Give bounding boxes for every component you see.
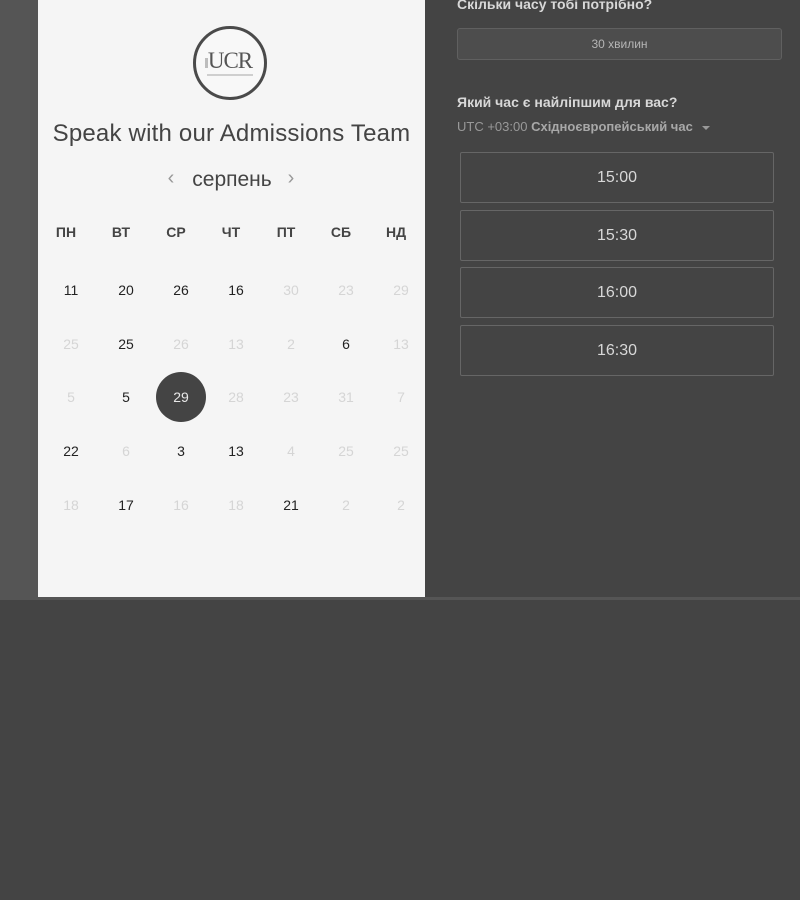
calendar-day-disabled: 18 xyxy=(63,497,79,513)
page-title: Speak with our Admissions Team xyxy=(52,120,411,147)
chevron-left-icon[interactable]: ‹ xyxy=(162,168,180,188)
weekday-sunday: НД xyxy=(385,224,407,240)
left-background-strip xyxy=(0,0,38,597)
logo-underline xyxy=(207,74,253,76)
calendar-day-disabled: 7 xyxy=(397,389,405,405)
calendar-day-disabled: 23 xyxy=(338,282,354,298)
panel-separator xyxy=(0,597,800,600)
calendar-day-disabled: 28 xyxy=(228,389,244,405)
time-slot-button[interactable]: 15:30 xyxy=(460,210,774,261)
calendar-day-disabled: 25 xyxy=(338,443,354,459)
caret-down-icon xyxy=(702,125,711,130)
calendar-day-disabled: 2 xyxy=(287,336,295,352)
calendar-day[interactable]: 17 xyxy=(101,480,151,530)
calendar-day-disabled: 6 xyxy=(122,443,130,459)
calendar-day[interactable]: 5 xyxy=(101,372,151,422)
calendar-day-disabled: 23 xyxy=(283,389,299,405)
calendar-day[interactable]: 3 xyxy=(156,426,206,476)
calendar-day[interactable]: 20 xyxy=(101,265,151,315)
calendar-day-disabled: 31 xyxy=(338,389,354,405)
time-slot-button[interactable]: 15:00 xyxy=(460,152,774,203)
calendar-day[interactable]: 22 xyxy=(46,426,96,476)
calendar-card: UCR Speak with our Admissions Team ‹ сер… xyxy=(38,0,425,597)
weekday-tuesday: ВТ xyxy=(111,224,131,240)
weekday-header: ПН ВТ СР ЧТ ПТ СБ НД xyxy=(38,224,425,244)
calendar-day-disabled: 29 xyxy=(393,282,409,298)
timezone-name: Східноєвропейський час xyxy=(531,119,693,134)
chevron-right-icon[interactable]: › xyxy=(282,168,300,188)
calendar-day-disabled: 26 xyxy=(173,336,189,352)
calendar-day[interactable]: 6 xyxy=(321,319,371,369)
calendar-day-disabled: 13 xyxy=(228,336,244,352)
weekday-monday: ПН xyxy=(55,224,77,240)
time-slot-button[interactable]: 16:30 xyxy=(460,325,774,376)
calendar-day-disabled: 13 xyxy=(393,336,409,352)
time-heading: Який час є найліпшим для вас? xyxy=(457,94,678,110)
time-slot-button[interactable]: 16:00 xyxy=(460,267,774,318)
weekday-saturday: СБ xyxy=(330,224,352,240)
weekday-wednesday: СР xyxy=(166,224,186,240)
scheduler-page: UCR Speak with our Admissions Team ‹ сер… xyxy=(0,0,800,900)
month-navigation: ‹ серпень › xyxy=(38,166,425,194)
duration-select-button[interactable]: 30 хвилин xyxy=(457,28,782,60)
calendar-day[interactable]: 26 xyxy=(156,265,206,315)
ucr-logo: UCR xyxy=(193,26,267,100)
calendar-day[interactable]: 25 xyxy=(101,319,151,369)
calendar-day-disabled: 30 xyxy=(283,282,299,298)
weekday-friday: ПТ xyxy=(276,224,296,240)
duration-heading: Скільки часу тобі потрібно? xyxy=(457,0,653,12)
timezone-selector[interactable]: UTC +03:00 Східноєвропейський час xyxy=(457,119,711,134)
calendar-day-disabled: 25 xyxy=(393,443,409,459)
calendar-day-disabled: 5 xyxy=(67,389,75,405)
timezone-offset: UTC +03:00 xyxy=(457,119,528,134)
calendar-day-disabled: 16 xyxy=(173,497,189,513)
calendar-day-disabled: 25 xyxy=(63,336,79,352)
booking-panel: Скільки часу тобі потрібно? 30 хвилин Як… xyxy=(425,0,800,597)
calendar-day[interactable]: 11 xyxy=(46,265,96,315)
month-label: серпень xyxy=(192,168,272,191)
logo-text: UCR xyxy=(207,48,253,73)
calendar-day-disabled: 2 xyxy=(397,497,405,513)
calendar-day[interactable]: 13 xyxy=(211,426,261,476)
calendar-day-disabled: 4 xyxy=(287,443,295,459)
calendar-day-disabled: 2 xyxy=(342,497,350,513)
calendar-day[interactable]: 21 xyxy=(266,480,316,530)
weekday-thursday: ЧТ xyxy=(221,224,241,240)
calendar-day-disabled: 18 xyxy=(228,497,244,513)
calendar-day[interactable]: 16 xyxy=(211,265,261,315)
selected-calendar-day[interactable]: 29 xyxy=(156,372,206,422)
